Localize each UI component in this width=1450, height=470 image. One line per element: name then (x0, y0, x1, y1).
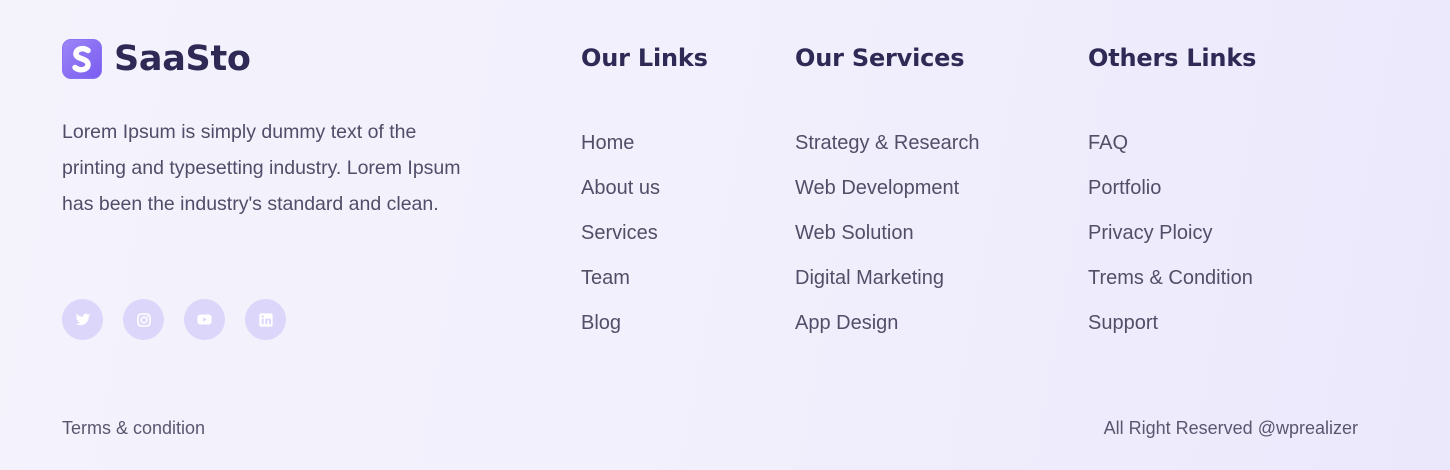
others-links-column: Others Links FAQ Portfolio Privacy Ploic… (1088, 43, 1256, 356)
copyright-text: All Right Reserved @wprealizer (1103, 418, 1358, 438)
footer-link-support[interactable]: Support (1088, 312, 1158, 334)
footer-link-blog[interactable]: Blog (581, 312, 621, 334)
linkedin-icon (258, 312, 273, 327)
footer-link-team[interactable]: Team (581, 267, 630, 289)
footer-link-portfolio[interactable]: Portfolio (1088, 177, 1161, 199)
footer-link-services[interactable]: Services (581, 222, 658, 244)
linkedin-link[interactable] (245, 299, 286, 340)
footer-link-terms-condition[interactable]: Trems & Condition (1088, 267, 1253, 289)
footer-link-home[interactable]: Home (581, 132, 634, 154)
our-services-column: Our Services Strategy & Research Web Dev… (795, 43, 980, 356)
column-heading: Our Links (581, 44, 708, 72)
about-text: Lorem Ipsum is simply dummy text of the … (62, 121, 461, 215)
terms-link[interactable]: Terms & condition (62, 418, 205, 439)
instagram-icon (136, 312, 151, 327)
footer-link-about-us[interactable]: About us (581, 177, 660, 199)
column-heading: Our Services (795, 44, 965, 72)
footer-link-digital-marketing[interactable]: Digital Marketing (795, 267, 944, 289)
instagram-link[interactable] (123, 299, 164, 340)
saasto-logo-icon (62, 39, 102, 79)
our-links-column: Our Links Home About us Services Team Bl… (581, 43, 708, 356)
footer-link-app-design[interactable]: App Design (795, 312, 898, 334)
social-links (62, 299, 286, 340)
footer-link-strategy-research[interactable]: Strategy & Research (795, 132, 980, 154)
youtube-link[interactable] (184, 299, 225, 340)
twitter-link[interactable] (62, 299, 103, 340)
twitter-icon (75, 313, 90, 325)
footer-link-faq[interactable]: FAQ (1088, 132, 1128, 154)
brand[interactable]: SaaSto (62, 39, 251, 79)
column-heading: Others Links (1088, 44, 1257, 72)
footer-link-web-development[interactable]: Web Development (795, 177, 959, 199)
footer-link-web-solution[interactable]: Web Solution (795, 222, 914, 244)
youtube-icon (197, 314, 212, 325)
footer-link-privacy-policy[interactable]: Privacy Ploicy (1088, 222, 1212, 244)
brand-name: SaaSto (114, 39, 251, 79)
